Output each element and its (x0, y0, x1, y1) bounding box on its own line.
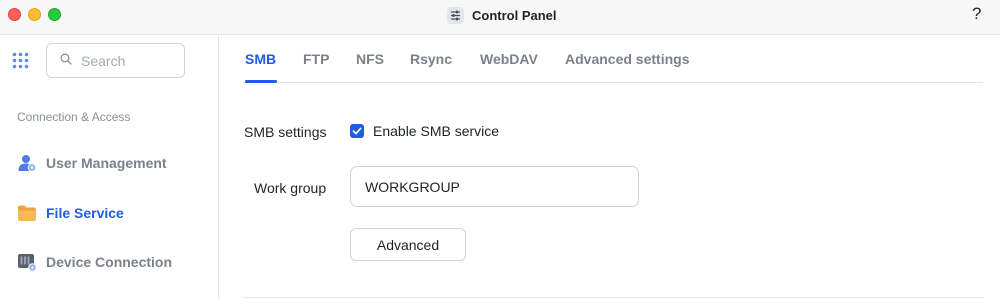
sidebar-item-device-connection[interactable]: Device Connection (17, 250, 172, 274)
sidebar-item-user-management[interactable]: User Management (17, 151, 167, 175)
advanced-button[interactable]: Advanced (350, 228, 466, 261)
control-panel-icon (447, 6, 464, 24)
enable-smb-label[interactable]: Enable SMB service (373, 123, 499, 139)
minimize-window-button[interactable] (28, 8, 41, 21)
help-button[interactable]: ? (972, 4, 981, 24)
work-group-label: Work group (254, 180, 327, 196)
app-grid-icon[interactable] (12, 52, 29, 69)
tab-webdav[interactable]: WebDAV (480, 51, 538, 67)
close-window-button[interactable] (8, 8, 21, 21)
enable-smb-checkbox[interactable] (350, 124, 364, 138)
sidebar-item-label: Device Connection (46, 254, 173, 270)
search-box[interactable] (46, 43, 185, 78)
section-label: Connection & Access (17, 110, 131, 124)
tab-nfs[interactable]: NFS (356, 51, 384, 67)
tab-smb[interactable]: SMB (245, 51, 276, 67)
tab-bar: SMB FTP NFS Rsync WebDAV Advanced settin… (243, 35, 983, 83)
sidebar-item-label: User Management (46, 155, 167, 171)
divider (243, 297, 983, 298)
title-bar: Control Panel ? (0, 0, 1000, 35)
sidebar: Connection & Access User Management File… (0, 35, 219, 299)
search-input[interactable] (81, 52, 171, 69)
work-group-input[interactable] (350, 166, 639, 207)
device-connection-icon (17, 252, 37, 272)
tab-rsync[interactable]: Rsync (410, 51, 452, 67)
zoom-window-button[interactable] (48, 8, 61, 21)
checkmark-icon (352, 127, 362, 135)
search-icon (60, 52, 72, 70)
tab-advanced-settings[interactable]: Advanced settings (565, 51, 689, 67)
folder-icon (17, 203, 37, 223)
smb-settings-label: SMB settings (244, 124, 327, 140)
sidebar-item-file-service[interactable]: File Service (17, 201, 124, 225)
sidebar-item-label: File Service (46, 205, 124, 221)
window-title-text: Control Panel (472, 7, 557, 23)
tab-ftp[interactable]: FTP (303, 51, 329, 67)
active-tab-indicator (245, 80, 277, 83)
user-management-icon (17, 153, 37, 173)
window-title: Control Panel (447, 6, 557, 24)
